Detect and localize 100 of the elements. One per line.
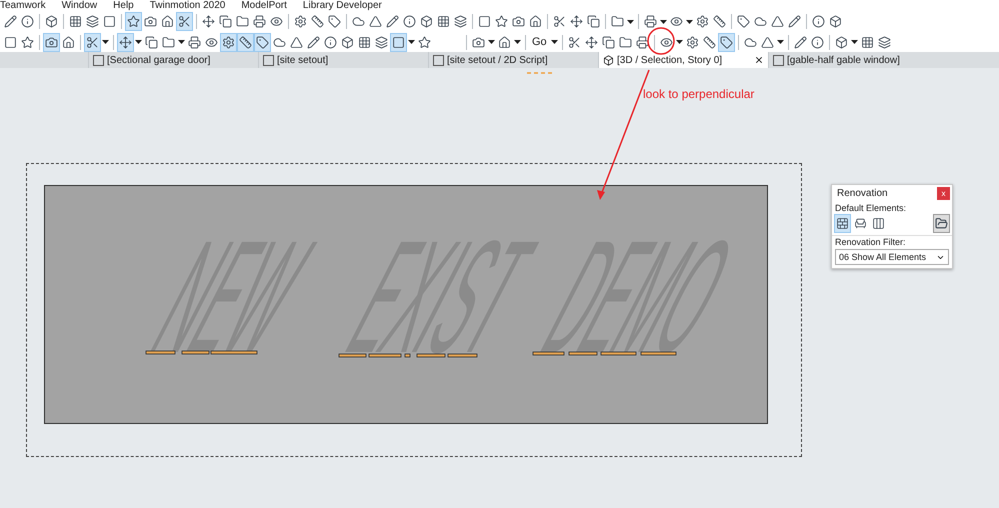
layers-icon: [454, 15, 467, 28]
caret-icon: [776, 40, 784, 44]
cloud-icon: [744, 36, 757, 48]
scissors-icon: [553, 15, 566, 28]
close-icon[interactable]: [754, 55, 764, 65]
section-label: Default Elements:: [834, 202, 908, 214]
document-icon: [263, 54, 274, 66]
menu-item[interactable]: ModelPort: [241, 0, 287, 11]
square-icon: [478, 15, 491, 28]
pencil-icon: [307, 36, 320, 48]
camera-icon: [472, 36, 485, 48]
ruler-icon: [239, 36, 252, 48]
move-icon: [202, 15, 215, 28]
menu-item[interactable]: Teamwork: [0, 0, 46, 11]
caret-icon: [408, 40, 415, 44]
scissors-icon: [86, 36, 99, 48]
annotation-text: look to perpendicular: [643, 87, 754, 101]
document-icon: [773, 54, 784, 66]
filter-dropdown[interactable]: 06 Show All Elements: [835, 249, 949, 265]
pencil-icon: [794, 36, 807, 48]
copy-icon: [602, 36, 615, 48]
cube-icon: [341, 36, 354, 48]
camera-icon: [45, 36, 58, 48]
star-icon: [21, 36, 34, 48]
caret-icon: [135, 40, 142, 44]
folder-icon: [236, 15, 249, 28]
grid-icon: [358, 36, 371, 48]
settings-icon: [294, 15, 307, 28]
toolbar-button[interactable]: [390, 32, 407, 52]
toolbar-button[interactable]: [237, 32, 254, 52]
toolbar-button[interactable]: [43, 32, 60, 52]
brick-wall-icon: [836, 217, 849, 230]
tag-icon: [256, 36, 269, 48]
toolbar-button[interactable]: [176, 12, 193, 31]
folder-button[interactable]: [933, 214, 950, 233]
toolbar-button[interactable]: [220, 32, 237, 52]
eye-icon: [270, 15, 283, 28]
tag-icon: [737, 15, 750, 28]
folder-icon: [618, 36, 632, 48]
copy-icon: [145, 36, 158, 48]
document-tab[interactable]: [site setout]: [258, 52, 428, 68]
caret-icon: [686, 20, 693, 24]
caret-icon: [627, 20, 634, 24]
grid-icon: [860, 36, 874, 48]
caret-icon: [102, 40, 109, 44]
star-icon: [495, 15, 508, 28]
folder-icon: [935, 217, 948, 230]
document-icon: [93, 54, 104, 66]
house-icon: [62, 36, 75, 48]
cloud-icon: [352, 15, 365, 28]
folder-icon: [162, 36, 175, 48]
eye-icon: [660, 36, 673, 48]
copy-icon: [587, 15, 600, 28]
house-icon: [529, 15, 542, 28]
document-tab[interactable]: [gable-half gable window]: [768, 52, 938, 68]
square-icon: [4, 36, 17, 48]
columns-icon: [872, 217, 885, 230]
square-icon: [103, 15, 116, 28]
document-icon: [433, 54, 444, 66]
element-button[interactable]: [834, 214, 851, 233]
menu-item[interactable]: Window: [62, 0, 98, 11]
menu-item[interactable]: Help: [113, 0, 134, 11]
document-tab[interactable]: [Sectional garage door]: [88, 52, 258, 68]
toolbar-button[interactable]: [117, 32, 134, 52]
menu-item[interactable]: Twinmotion 2020: [150, 0, 226, 11]
triangle-icon: [771, 15, 784, 28]
settings-icon: [696, 15, 709, 28]
move-icon: [584, 36, 598, 48]
caret-icon: [178, 40, 185, 44]
section-label: Renovation Filter:: [834, 236, 907, 248]
menu-item[interactable]: Library Developer: [302, 0, 382, 11]
toolbar-button[interactable]: [84, 32, 101, 52]
tag-icon: [328, 15, 341, 28]
highlight-circle: [647, 27, 675, 55]
info-icon: [810, 36, 824, 48]
cube-icon: [834, 36, 848, 48]
triangle-icon: [369, 15, 382, 28]
info-icon: [403, 15, 416, 28]
triangle-icon: [760, 36, 774, 48]
toolbar-button[interactable]: [125, 12, 142, 31]
pencil-icon: [4, 15, 17, 28]
pencil-icon: [386, 15, 399, 28]
ruler-icon: [311, 15, 324, 28]
cube-icon: [45, 15, 58, 28]
house-icon: [161, 15, 174, 28]
info-icon: [21, 15, 34, 28]
settings-icon: [222, 36, 235, 48]
caret-icon: [660, 20, 667, 24]
close-button[interactable]: x: [937, 187, 950, 200]
settings-icon: [686, 36, 699, 48]
caret-icon: [514, 40, 521, 44]
star-icon: [127, 15, 140, 28]
square-icon: [392, 36, 405, 48]
go-button[interactable]: Go: [529, 32, 550, 52]
camera-icon: [144, 15, 157, 28]
cloud-icon: [754, 15, 767, 28]
layers-icon: [375, 36, 388, 48]
document-tab[interactable]: [3D / Selection, Story 0]: [598, 52, 768, 68]
toolbar-button[interactable]: [718, 32, 735, 52]
toolbar-button[interactable]: [254, 32, 271, 52]
